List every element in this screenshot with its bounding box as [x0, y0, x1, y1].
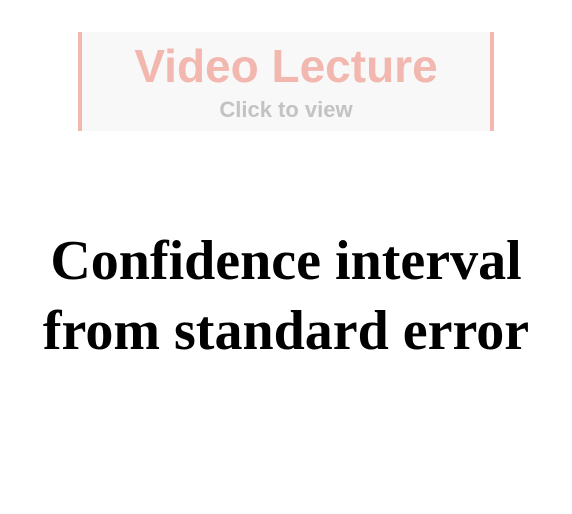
page-title-line-1: Confidence interval [50, 230, 522, 292]
video-lecture-link[interactable]: Video Lecture Click to view [78, 32, 494, 131]
video-lecture-title: Video Lecture [134, 40, 438, 92]
page-title: Confidence interval from standard error [0, 226, 572, 366]
click-to-view-label: Click to view [219, 97, 353, 122]
page-title-line-2: from standard error [42, 300, 530, 362]
